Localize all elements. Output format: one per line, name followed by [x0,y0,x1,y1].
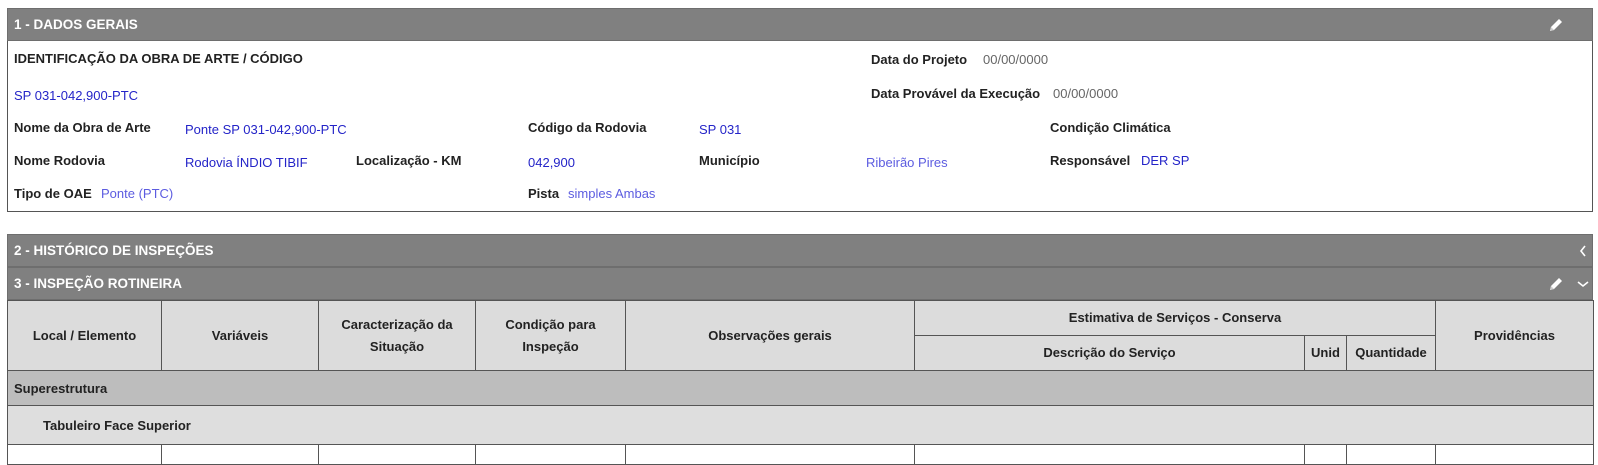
data-execucao-label: Data Provável da Execução [871,86,1041,101]
tipo-oae-value: Ponte (PTC) [101,186,174,201]
data-execucao-value: 00/00/0000 [1053,86,1119,101]
codigo-rodovia-label: Código da Rodovia [528,120,647,135]
col-header-quantidade: Quantidade [1346,335,1436,371]
identificacao-label: IDENTIFICAÇÃO DA OBRA DE ARTE / CÓDIGO [14,51,303,66]
nome-obra-label: Nome da Obra de Arte [14,120,151,135]
table-group-row: Superestrutura [7,370,1594,406]
col-header-local: Local / Elemento [7,300,162,371]
col-header-unid: Unid [1304,335,1347,371]
localizacao-value: 042,900 [528,155,575,170]
chevron-left-icon[interactable] [1576,235,1590,266]
inspection-table: Local / Elemento Variáveis Caracterizaçã… [7,300,1594,465]
codigo-value: SP 031-042,900-PTC [14,88,139,103]
localizacao-label: Localização - KM [356,153,462,168]
general-data-panel: IDENTIFICAÇÃO DA OBRA DE ARTE / CÓDIGO S… [7,41,1593,212]
pencil-icon[interactable] [1546,9,1566,40]
col-header-descricao: Descrição do Serviço [914,335,1305,371]
section-header-dados-gerais[interactable]: 1 - DADOS GERAIS [7,8,1593,41]
col-header-observacoes: Observações gerais [625,300,915,371]
section-header-historico[interactable]: 2 - HISTÓRICO DE INSPEÇÕES [7,234,1593,267]
chevron-down-icon[interactable] [1576,268,1590,299]
section-title: 1 - DADOS GERAIS [14,17,138,32]
municipio-label: Município [699,153,760,168]
col-header-caracterizacao: Caracterização da Situação [318,300,476,371]
nome-obra-value: Ponte SP 031-042,900-PTC [185,122,347,137]
subgroup-label: Tabuleiro Face Superior [7,405,1594,445]
section-header-rotineira[interactable]: 3 - INSPEÇÃO ROTINEIRA [7,267,1593,300]
condicao-climatica-label: Condição Climática [1050,120,1171,135]
pencil-icon[interactable] [1546,268,1566,299]
section-title: 3 - INSPEÇÃO ROTINEIRA [14,276,183,291]
section-title: 2 - HISTÓRICO DE INSPEÇÕES [14,243,214,258]
tipo-oae-label: Tipo de OAE [14,186,92,201]
pista-value: simples Ambas [568,186,656,201]
table-row [7,444,1594,465]
responsavel-value: DER SP [1141,153,1190,168]
page: 1 - DADOS GERAIS IDENTIFICAÇÃO DA OBRA D… [0,0,1598,465]
table-subgroup-row: Tabuleiro Face Superior [7,405,1594,445]
nome-rodovia-label: Nome Rodovia [14,153,106,168]
codigo-rodovia-value: SP 031 [699,122,742,137]
data-projeto-value: 00/00/0000 [983,52,1049,67]
nome-rodovia-value: Rodovia ÍNDIO TIBIF [185,155,308,170]
pista-label: Pista [528,186,560,201]
col-header-estimativa: Estimativa de Serviços - Conserva [914,300,1436,336]
municipio-value: Ribeirão Pires [866,155,948,170]
responsavel-label: Responsável [1050,153,1131,168]
data-projeto-label: Data do Projeto [871,52,968,67]
group-label: Superestrutura [7,370,1594,406]
col-header-variaveis: Variáveis [161,300,319,371]
col-header-providencias: Providências [1435,300,1594,371]
col-header-condicao: Condição para Inspeção [475,300,626,371]
